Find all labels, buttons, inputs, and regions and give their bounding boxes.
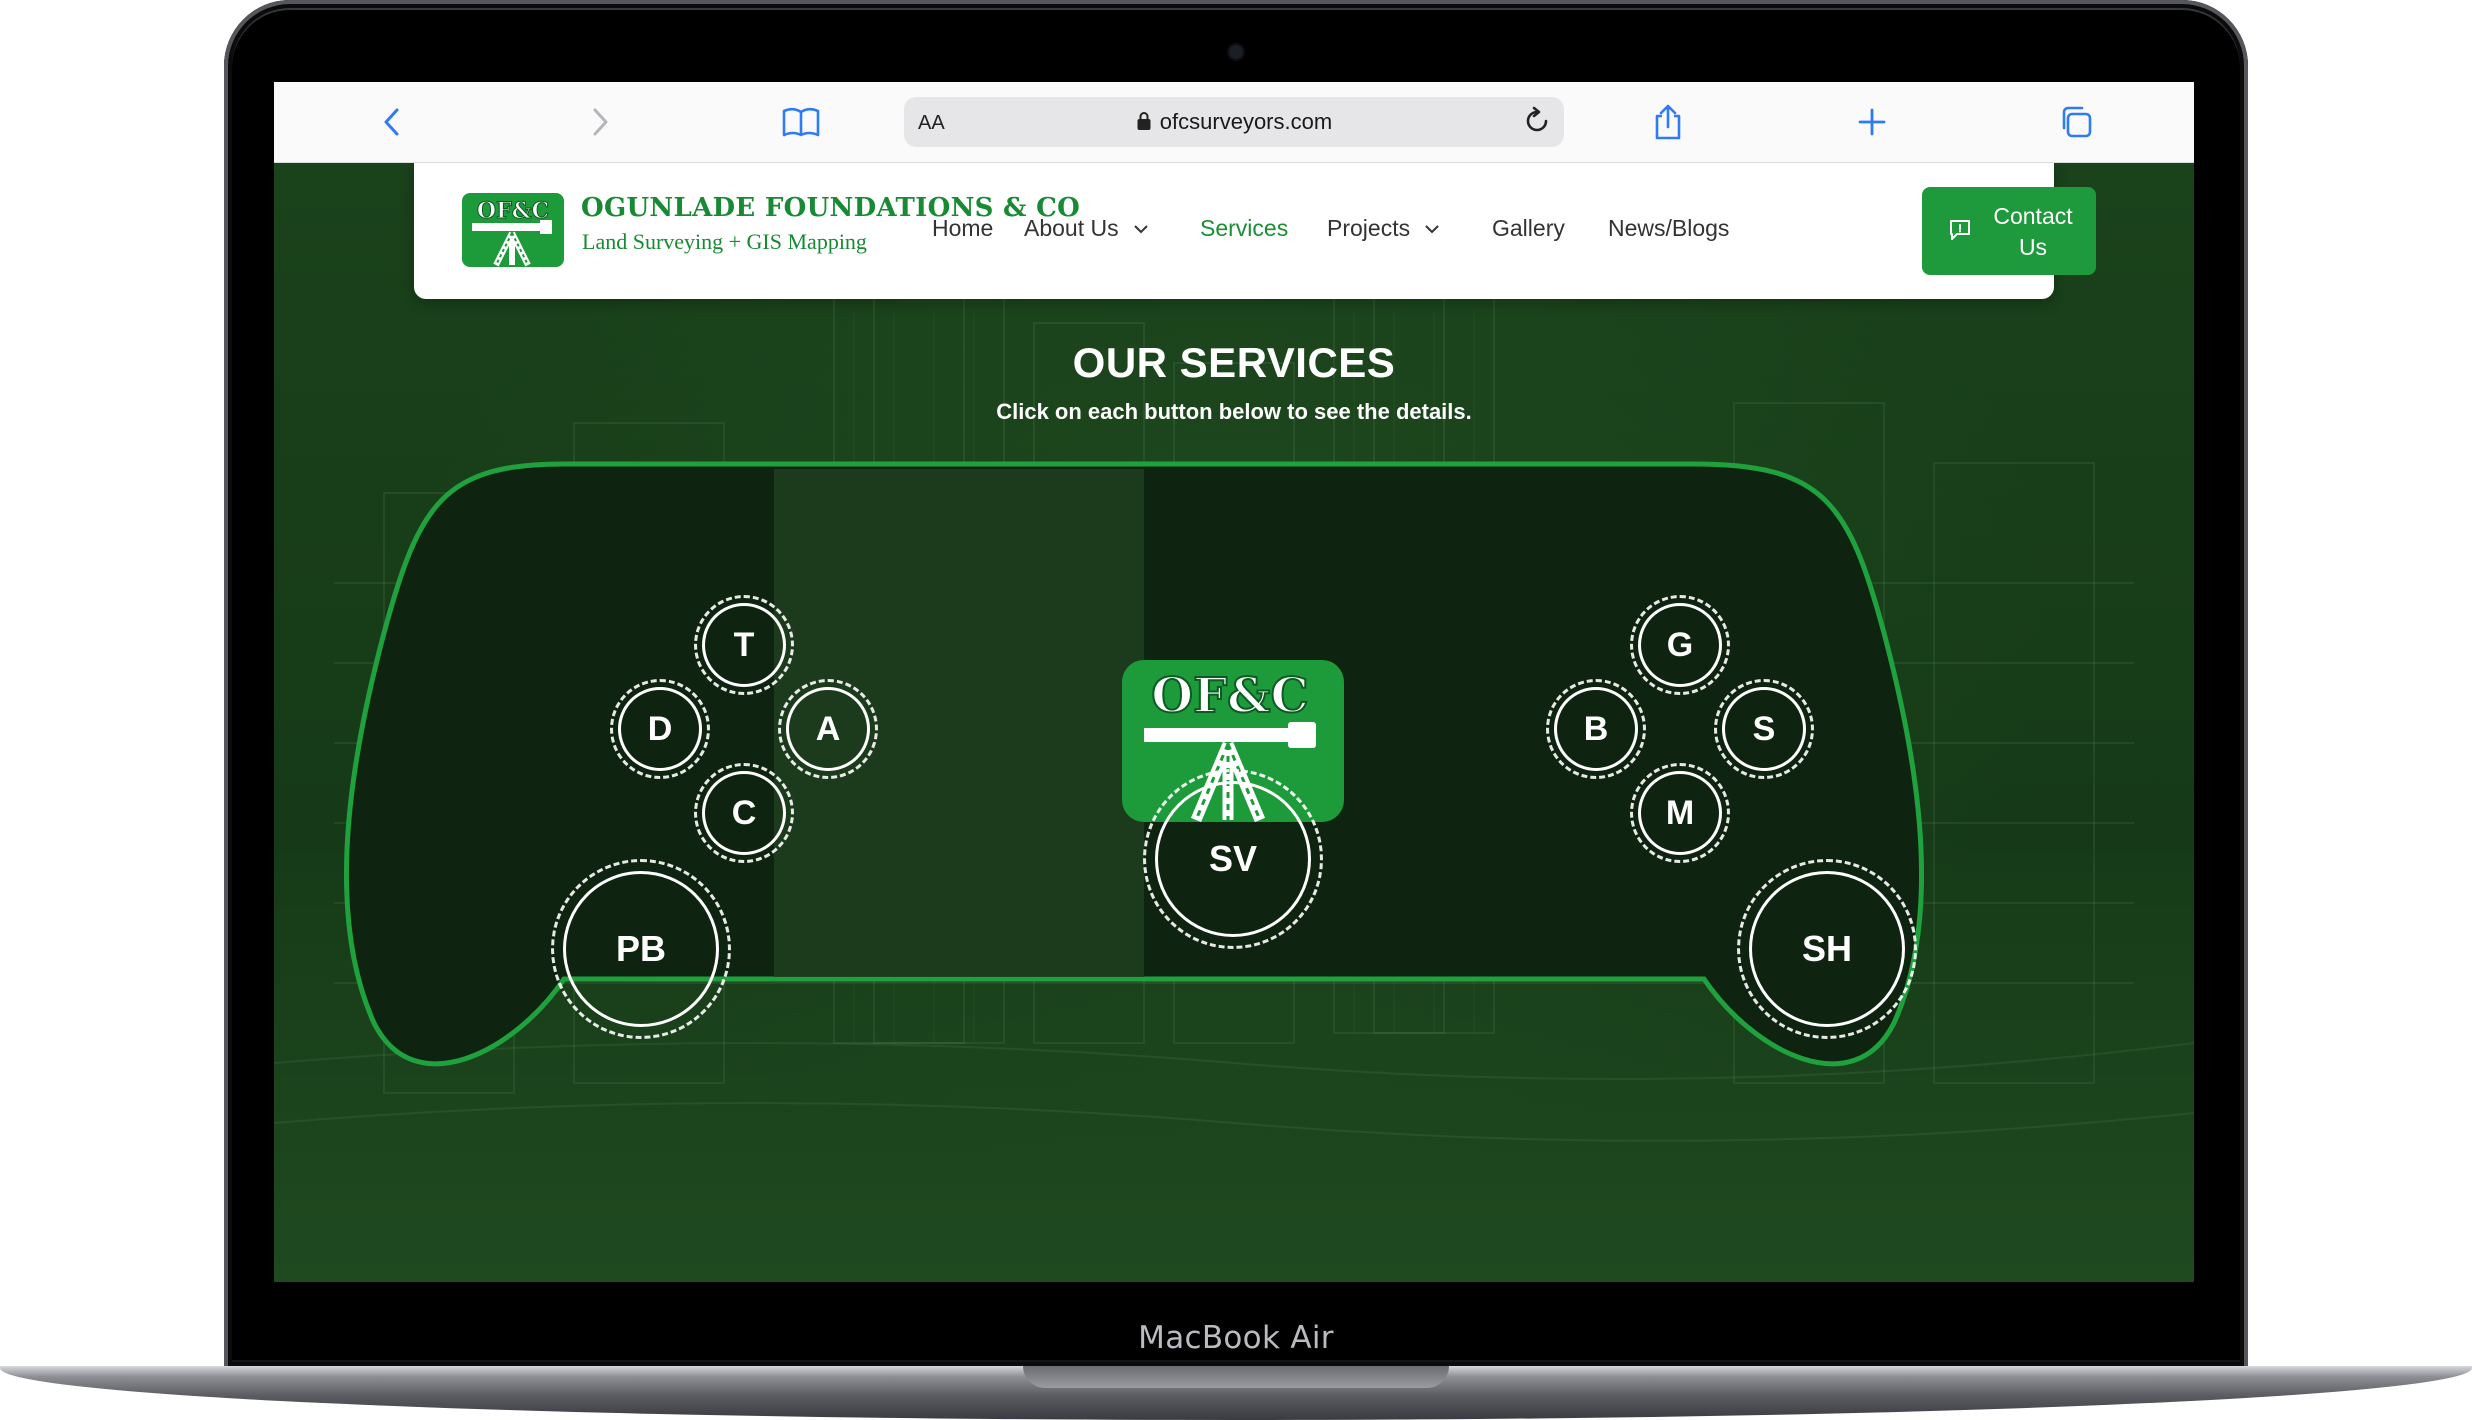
web-page: OF&C OGUNLADE FOUNDATIONS & CO Land Surv… (274, 163, 2194, 1282)
svg-text:OF&C: OF&C (1151, 668, 1308, 724)
forward-button[interactable] (578, 100, 622, 144)
chevron-left-icon (384, 108, 399, 136)
service-button-b-label: B (1583, 709, 1609, 748)
share-icon (1655, 104, 1681, 140)
bookmarks-button[interactable] (779, 100, 823, 144)
browser-toolbar: AA ofcsurveyors.com (274, 82, 2194, 163)
tabs-icon (2062, 106, 2092, 138)
laptop-screen: AA ofcsurveyors.com OF&C OGUNLADE FOUNDA… (274, 82, 2194, 1282)
service-button-s[interactable]: S (1714, 679, 1814, 779)
service-button-a-label: A (815, 709, 841, 748)
service-button-m[interactable]: M (1630, 763, 1730, 863)
service-button-c[interactable]: C (694, 763, 794, 863)
service-button-t[interactable]: T (694, 595, 794, 695)
service-button-b[interactable]: B (1546, 679, 1646, 779)
service-button-d-label: D (647, 709, 673, 748)
address-bar[interactable]: AA ofcsurveyors.com (904, 97, 1564, 147)
laptop-hinge (1023, 1366, 1449, 1388)
share-button[interactable] (1646, 100, 1690, 144)
url-display[interactable]: ofcsurveyors.com (904, 109, 1564, 135)
service-button-sh[interactable]: SH (1737, 859, 1917, 1039)
service-button-a[interactable]: A (778, 679, 878, 779)
service-button-d[interactable]: D (610, 679, 710, 779)
device-label: MacBook Air (1138, 1320, 1334, 1356)
new-tab-button[interactable] (1850, 100, 1894, 144)
service-button-sh-label: SH (1801, 928, 1852, 969)
book-icon (782, 107, 820, 137)
url-text: ofcsurveyors.com (1159, 109, 1333, 134)
back-button[interactable] (370, 100, 414, 144)
service-button-g[interactable]: G (1630, 595, 1730, 695)
service-button-s-label: S (1752, 709, 1776, 748)
camera-icon (1229, 45, 1243, 59)
tabs-button[interactable] (2054, 100, 2098, 144)
reload-button[interactable] (1522, 106, 1552, 141)
service-button-sv-label: SV (1208, 838, 1258, 879)
service-button-pb-label: PB (615, 928, 666, 969)
service-button-c-label: C (731, 793, 757, 832)
service-button-g-label: G (1666, 625, 1694, 664)
service-button-pb[interactable]: PB (551, 859, 731, 1039)
chevron-right-icon (593, 108, 608, 136)
lock-icon (1137, 112, 1151, 130)
plus-icon (1858, 108, 1886, 136)
service-button-t-label: T (733, 625, 755, 664)
service-button-m-label: M (1665, 793, 1695, 832)
service-button-sv[interactable]: SV (1143, 769, 1323, 949)
reload-icon (1526, 106, 1548, 132)
